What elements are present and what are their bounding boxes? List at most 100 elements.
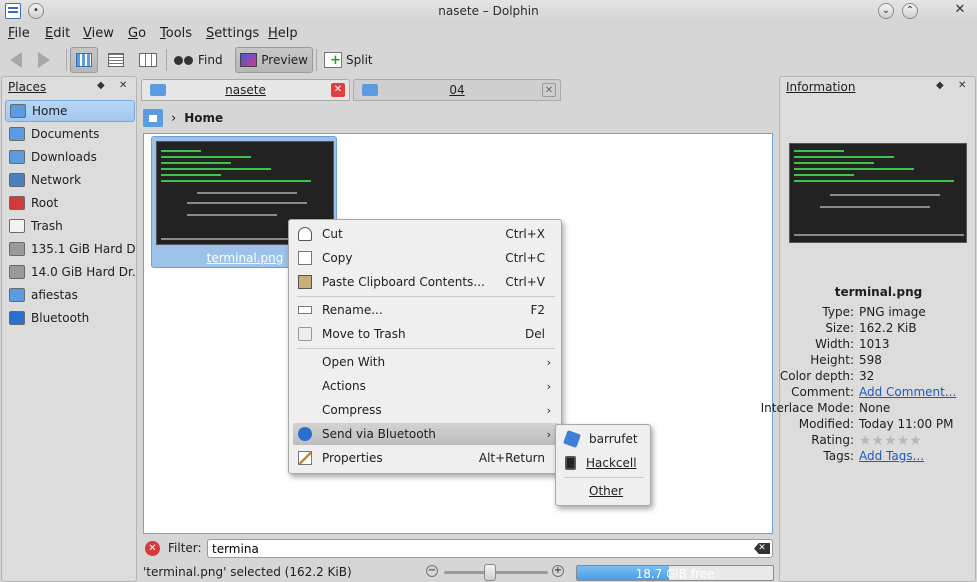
maximize-button[interactable]: ⌃ (902, 3, 918, 19)
star-icon[interactable]: ★ (884, 433, 897, 449)
panel-float-icon[interactable]: ◆ (936, 80, 944, 91)
rating-stars[interactable]: ★★★★★ (859, 433, 922, 449)
menu-item-label: Open With (322, 355, 386, 369)
filter-input[interactable] (207, 539, 773, 558)
menu-item-shortcut: F2 (530, 303, 545, 317)
info-link[interactable]: Add Comment... (859, 385, 956, 399)
place-label: Trash (31, 219, 63, 233)
menu-item-shortcut: Ctrl+C (505, 251, 545, 265)
menu-item-compress[interactable]: Compress › (293, 399, 559, 421)
place-item[interactable]: Home (5, 100, 135, 122)
menu-item-label: Properties (322, 451, 383, 465)
preview-button[interactable]: Preview (235, 47, 313, 73)
menu-item-open-with[interactable]: Open With › (293, 351, 559, 373)
menu-item-label: Paste Clipboard Contents... (322, 275, 485, 289)
place-item[interactable]: Downloads (5, 146, 135, 168)
binoculars-icon (174, 54, 194, 66)
download-folder-icon (9, 150, 25, 164)
place-item[interactable]: 14.0 GiB Hard Dr... (5, 261, 135, 283)
places-panel: Places ◆ ✕ Home Documents Downloads Network… (1, 76, 137, 582)
star-icon[interactable]: ★ (909, 433, 922, 449)
chevron-right-icon: › (546, 403, 551, 417)
arrow-right-icon (38, 52, 50, 68)
menu-item-send-via-bluetooth[interactable]: Send via Bluetooth › (293, 423, 559, 445)
breadcrumb-current[interactable]: Home (184, 111, 223, 125)
menu-item-move-to-trash[interactable]: Move to Trash Del (293, 323, 559, 345)
mobile-phone-icon (565, 456, 576, 470)
chevron-right-icon: › (546, 427, 551, 441)
tab-close-icon[interactable]: ✕ (331, 83, 345, 97)
menu-item-rename[interactable]: Rename... F2 (293, 299, 559, 321)
menu-item-label: Send via Bluetooth (322, 427, 436, 441)
minimize-button[interactable]: ⌄ (878, 3, 894, 19)
zoom-in-icon[interactable]: + (552, 565, 564, 577)
folder-icon (9, 127, 25, 141)
device-hackcell[interactable]: Hackcell (560, 452, 648, 474)
tab-04[interactable]: 04 ✕ (353, 79, 561, 101)
place-item[interactable]: Network (5, 169, 135, 191)
place-item[interactable]: Documents (5, 123, 135, 145)
menu-item-label: Compress (322, 403, 382, 417)
home-icon[interactable] (143, 109, 163, 127)
toolbar: Find Preview + Split (0, 45, 977, 75)
menu-item-properties[interactable]: Properties Alt+Return (293, 447, 559, 469)
menu-view[interactable]: View (83, 26, 114, 41)
menu-item-actions[interactable]: Actions › (293, 375, 559, 397)
device-barrufet[interactable]: barrufet (560, 428, 648, 450)
forward-button[interactable] (34, 47, 54, 73)
menu-edit[interactable]: Edit (45, 26, 70, 41)
back-button[interactable] (6, 47, 26, 73)
info-row: Width: 1013 (780, 337, 977, 353)
place-item[interactable]: afiestas (5, 284, 135, 306)
menu-file[interactable]: File (8, 26, 30, 41)
info-key: Modified: (798, 417, 854, 431)
star-icon[interactable]: ★ (897, 433, 910, 449)
compact-view-icon (108, 53, 124, 67)
menu-item-cut[interactable]: Cut Ctrl+X (293, 223, 559, 245)
network-icon (9, 173, 25, 187)
find-button[interactable]: Find (170, 47, 227, 73)
device-other[interactable]: Other (560, 480, 648, 502)
info-link[interactable]: Add Tags... (859, 449, 924, 463)
info-value: 1013 (859, 337, 890, 351)
menu-separator (297, 296, 555, 297)
panel-close-icon[interactable]: ✕ (119, 80, 127, 91)
menu-item-copy[interactable]: Copy Ctrl+C (293, 247, 559, 269)
columns-view-button[interactable] (134, 47, 162, 73)
panel-float-icon[interactable]: ◆ (97, 80, 105, 91)
close-filter-icon[interactable]: ✕ (145, 541, 160, 556)
panel-close-icon[interactable]: ✕ (958, 80, 966, 91)
place-item[interactable]: Bluetooth (5, 307, 135, 329)
place-label: Downloads (31, 150, 97, 164)
zoom-out-icon[interactable]: − (426, 565, 438, 577)
tab-label: nasete (225, 83, 266, 97)
split-button[interactable]: + Split (320, 47, 377, 73)
close-button[interactable]: ✕ (952, 3, 968, 19)
tab-close-icon[interactable]: ✕ (542, 83, 556, 97)
icons-view-button[interactable] (70, 47, 98, 73)
star-icon[interactable]: ★ (859, 433, 872, 449)
root-folder-icon (9, 196, 25, 210)
zoom-slider-handle[interactable] (484, 564, 496, 581)
arrow-left-icon (10, 52, 22, 68)
toolbar-separator (166, 49, 167, 71)
hard-drive-icon (9, 265, 25, 279)
place-item[interactable]: Trash (5, 215, 135, 237)
star-icon[interactable]: ★ (872, 433, 885, 449)
place-item[interactable]: 135.1 GiB Hard D... (5, 238, 135, 260)
menu-help[interactable]: Help (268, 26, 298, 41)
menu-go[interactable]: Go (128, 26, 146, 41)
menu-separator (297, 348, 555, 349)
info-key: Tags: (823, 449, 854, 463)
menu-tools[interactable]: Tools (160, 26, 192, 41)
info-key: Comment: (791, 385, 854, 399)
place-item[interactable]: Root (5, 192, 135, 214)
menu-settings[interactable]: Settings (206, 26, 259, 41)
title-bar: • nasete – Dolphin ⌄ ⌃ ✕ (0, 0, 977, 23)
menu-item-paste-clipboard-contents[interactable]: Paste Clipboard Contents... Ctrl+V (293, 271, 559, 293)
menu-item-label: Move to Trash (322, 327, 406, 341)
window-title: nasete – Dolphin (438, 4, 539, 18)
tab-nasete[interactable]: nasete ✕ (141, 79, 350, 101)
zoom-slider[interactable] (444, 564, 548, 581)
compact-view-button[interactable] (102, 47, 130, 73)
